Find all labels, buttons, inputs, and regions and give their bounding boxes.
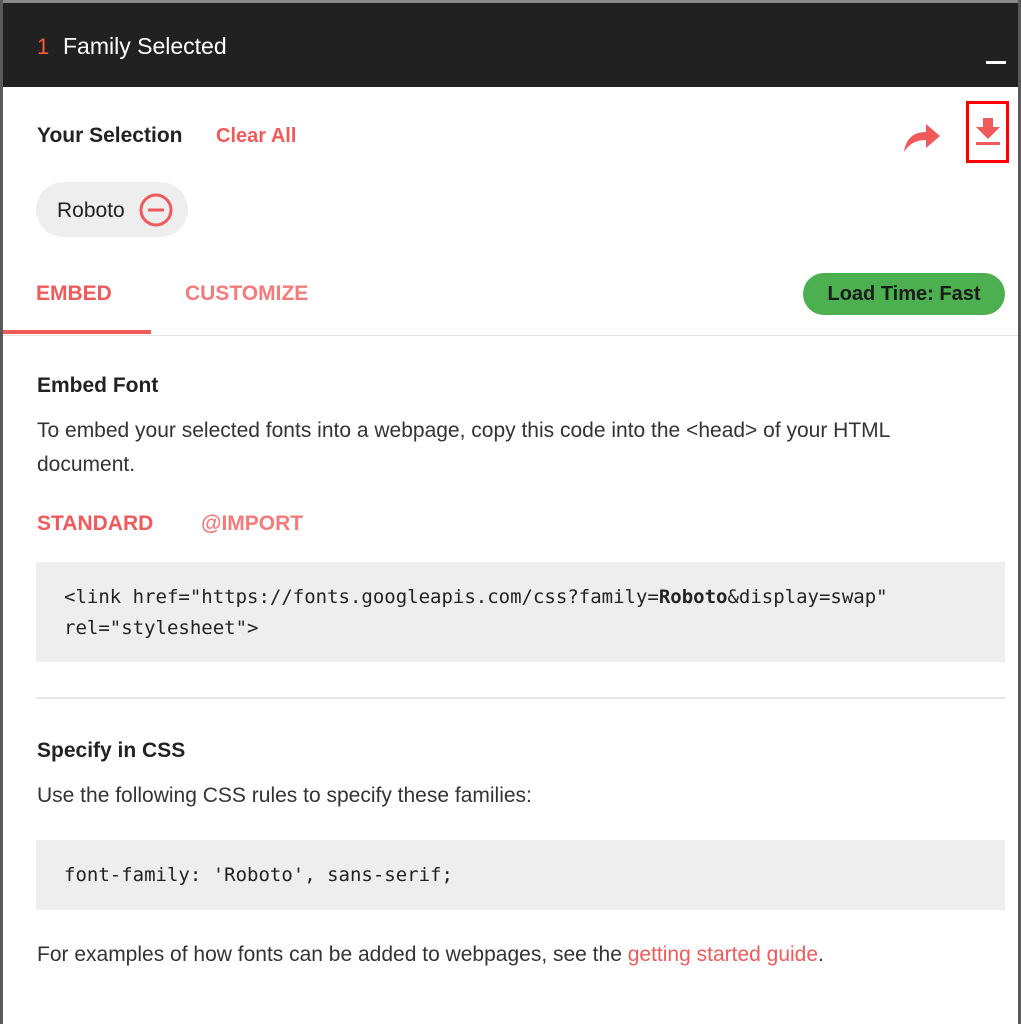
subtab-import[interactable]: @IMPORT	[201, 512, 303, 536]
family-chip-roboto: Roboto	[36, 182, 188, 237]
embed-code-line-2: rel="stylesheet">	[64, 617, 259, 639]
css-code-line: font-family: 'Roboto', sans-serif;	[64, 864, 453, 886]
css-code-block[interactable]: font-family: 'Roboto', sans-serif;	[36, 840, 1005, 910]
embed-code-prefix: <link href="https://fonts.googleapis.com…	[64, 586, 659, 608]
specify-css-description: Use the following CSS rules to specify t…	[37, 784, 532, 807]
footer-text: For examples of how fonts can be added t…	[37, 938, 977, 972]
window-frame-left	[0, 0, 3, 1024]
selection-title: Your Selection	[37, 124, 183, 147]
family-count: 1	[37, 34, 50, 59]
share-icon[interactable]	[902, 120, 942, 156]
embed-code-block[interactable]: <link href="https://fonts.googleapis.com…	[36, 562, 1005, 662]
embed-code-line-1: <link href="https://fonts.googleapis.com…	[64, 582, 977, 613]
download-icon	[976, 118, 1000, 145]
tab-embed[interactable]: EMBED	[36, 282, 112, 306]
footer-period: .	[818, 943, 824, 966]
download-button[interactable]	[966, 101, 1009, 163]
tab-bar: EMBED CUSTOMIZE Load Time: Fast	[3, 270, 1018, 336]
embed-font-description: To embed your selected fonts into a webp…	[37, 419, 890, 476]
embed-code-family: Roboto	[658, 586, 728, 608]
section-divider	[36, 697, 1005, 699]
minimize-icon[interactable]	[986, 61, 1006, 64]
embed-code-suffix: &display=swap"	[727, 586, 888, 608]
active-tab-indicator	[3, 330, 151, 334]
embed-font-heading: Embed Font	[37, 374, 159, 397]
header-title: Family Selected	[63, 33, 227, 59]
load-time-badge: Load Time: Fast	[803, 273, 1005, 315]
getting-started-guide-link[interactable]: getting started guide	[628, 943, 818, 966]
specify-css-heading: Specify in CSS	[37, 739, 186, 762]
footer-text-body: For examples of how fonts can be added t…	[37, 943, 628, 966]
subtab-standard[interactable]: STANDARD	[37, 512, 153, 536]
tab-customize[interactable]: CUSTOMIZE	[185, 282, 308, 306]
clear-all-button[interactable]: Clear All	[216, 125, 296, 148]
drawer-header[interactable]: 1 Family Selected	[3, 3, 1018, 87]
remove-circle-icon[interactable]	[139, 193, 173, 227]
family-chip-label: Roboto	[57, 199, 125, 222]
